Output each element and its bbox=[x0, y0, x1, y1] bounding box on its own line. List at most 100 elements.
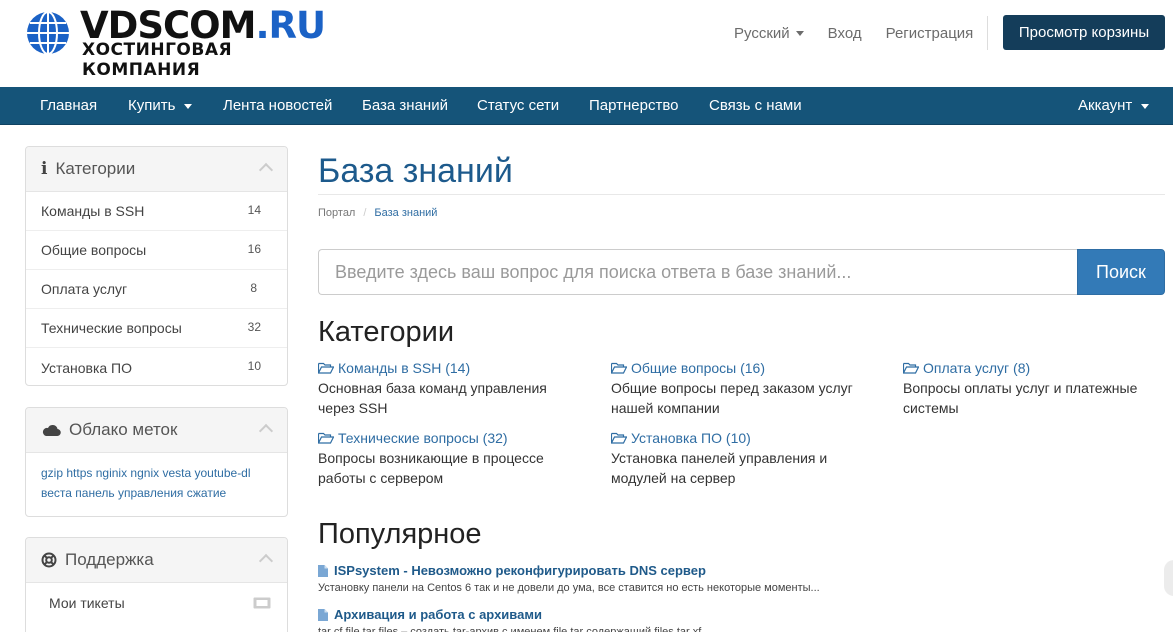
folder-open-icon bbox=[318, 432, 334, 444]
nav-home[interactable]: Главная bbox=[40, 87, 97, 125]
category-label: Установка ПО bbox=[41, 359, 133, 376]
site-header: VDSCOM.RU ХОСТИНГОВАЯ КОМПАНИЯ Русский В… bbox=[0, 0, 1173, 87]
scroll-handle[interactable] bbox=[1164, 560, 1173, 596]
nav-network-status[interactable]: Статус сети bbox=[477, 87, 559, 125]
kb-search-input[interactable] bbox=[318, 249, 1078, 295]
category-count: 16 bbox=[247, 242, 261, 256]
life-ring-icon bbox=[41, 552, 57, 568]
breadcrumb-current[interactable]: База знаний bbox=[374, 207, 437, 219]
tag-link[interactable]: ngnix bbox=[130, 466, 159, 480]
site-logo[interactable]: VDSCOM.RU ХОСТИНГОВАЯ КОМПАНИЯ bbox=[25, 6, 335, 80]
folder-open-icon bbox=[611, 362, 627, 374]
category-card: Оплата услуг (8) Вопросы оплаты услуг и … bbox=[903, 358, 1163, 418]
folder-open-icon bbox=[611, 432, 627, 444]
category-link[interactable]: Технические вопросы (32) bbox=[318, 428, 578, 448]
categories-panel-header[interactable]: i Категории bbox=[26, 147, 287, 192]
tag-link[interactable]: https bbox=[66, 466, 92, 480]
category-link[interactable]: Установка ПО (10) bbox=[611, 428, 871, 448]
category-link[interactable]: Команды в SSH (14) bbox=[318, 358, 578, 378]
login-link[interactable]: Вход bbox=[828, 25, 862, 42]
sidebar-category-software[interactable]: Установка ПО 10 bbox=[26, 348, 287, 385]
language-selector[interactable]: Русский bbox=[734, 25, 804, 42]
tag-link[interactable]: vesta bbox=[162, 466, 191, 480]
view-cart-button[interactable]: Просмотр корзины bbox=[1003, 15, 1165, 50]
popular-article: ISPsystem - Невозможно реконфигурировать… bbox=[318, 562, 1158, 596]
sidebar-category-ssh[interactable]: Команды в SSH 14 bbox=[26, 192, 287, 231]
kb-search: Поиск bbox=[318, 249, 1165, 295]
category-count: 32 bbox=[247, 320, 261, 334]
nav-news[interactable]: Лента новостей bbox=[223, 87, 332, 125]
popular-article-link[interactable]: Архивация и работа с архивами bbox=[318, 606, 1158, 624]
nav-account[interactable]: Аккаунт bbox=[1078, 87, 1150, 125]
category-link[interactable]: Оплата услуг (8) bbox=[903, 358, 1163, 378]
document-icon bbox=[318, 565, 328, 577]
sidebar-category-technical[interactable]: Технические вопросы 32 bbox=[26, 309, 287, 348]
folder-open-icon bbox=[903, 362, 919, 374]
panel-title: Облако меток bbox=[69, 420, 178, 439]
popular-article-link[interactable]: ISPsystem - Невозможно реконфигурировать… bbox=[318, 562, 1158, 580]
category-card: Общие вопросы (16) Общие вопросы перед з… bbox=[611, 358, 871, 418]
popular-article-excerpt: tar cf file.tar files – создать tar-архи… bbox=[318, 626, 711, 632]
nav-partnership[interactable]: Партнерство bbox=[589, 87, 679, 125]
caret-down-icon bbox=[1141, 103, 1150, 109]
ticket-icon bbox=[253, 596, 271, 612]
chevron-up-icon[interactable] bbox=[258, 162, 274, 178]
panel-title: Категории bbox=[55, 159, 136, 178]
category-count: 14 bbox=[247, 203, 261, 217]
register-link[interactable]: Регистрация bbox=[886, 25, 974, 42]
tag-link[interactable]: веста bbox=[41, 486, 72, 500]
nav-knowledgebase[interactable]: База знаний bbox=[362, 87, 448, 125]
caret-down-icon bbox=[184, 103, 193, 109]
header-links: Русский Вход Регистрация bbox=[734, 23, 997, 43]
nav-contact[interactable]: Связь с нами bbox=[709, 87, 802, 125]
sidebar-category-payment[interactable]: Оплата услуг 8 bbox=[26, 270, 287, 309]
category-description: Вопросы оплаты услуг и платежные системы bbox=[903, 380, 1138, 416]
chevron-up-icon[interactable] bbox=[258, 423, 274, 439]
category-link[interactable]: Общие вопросы (16) bbox=[611, 358, 871, 378]
caret-down-icon bbox=[795, 30, 804, 36]
popular-article-excerpt: Установку панели на Centos 6 так и не до… bbox=[318, 582, 820, 594]
nav-buy[interactable]: Купить bbox=[128, 87, 193, 125]
info-icon: i bbox=[41, 159, 48, 179]
header-divider bbox=[987, 16, 988, 50]
category-card: Технические вопросы (32) Вопросы возника… bbox=[318, 428, 578, 488]
cloud-icon bbox=[41, 423, 61, 437]
sidebar-tags-panel: Облако меток gzip https nginix ngnix ves… bbox=[25, 407, 288, 517]
category-label: Команды в SSH bbox=[41, 203, 145, 219]
breadcrumb-portal[interactable]: Портал bbox=[318, 207, 355, 219]
tags-panel-header[interactable]: Облако меток bbox=[26, 408, 287, 453]
kb-search-button[interactable]: Поиск bbox=[1077, 249, 1165, 295]
tag-cloud: gzip https nginix ngnix vesta youtube-dl… bbox=[26, 453, 287, 511]
category-count: 8 bbox=[250, 281, 257, 295]
folder-open-icon bbox=[318, 362, 334, 374]
main-navbar: Главная Купить Лента новостей База знани… bbox=[0, 87, 1173, 125]
document-icon bbox=[318, 609, 328, 621]
logo-tagline: ХОСТИНГОВАЯ КОМПАНИЯ bbox=[82, 40, 233, 80]
category-description: Вопросы возникающие в процессе работы с … bbox=[318, 450, 544, 486]
categories-heading: Категории bbox=[318, 316, 455, 348]
category-label: Технические вопросы bbox=[41, 320, 182, 336]
globe-icon bbox=[27, 11, 69, 55]
support-panel-header[interactable]: Поддержка bbox=[26, 538, 287, 583]
tag-link[interactable]: сжатие bbox=[187, 486, 226, 500]
tag-link[interactable]: nginix bbox=[96, 466, 127, 480]
sidebar-support-panel: Поддержка Мои тикеты bbox=[25, 537, 288, 632]
support-my-tickets[interactable]: Мои тикеты bbox=[26, 583, 287, 622]
breadcrumb-separator: / bbox=[363, 207, 367, 219]
popular-heading: Популярное bbox=[318, 518, 482, 550]
category-card: Команды в SSH (14) Основная база команд … bbox=[318, 358, 578, 418]
title-divider bbox=[318, 194, 1165, 195]
category-label: Оплата услуг bbox=[41, 281, 128, 297]
category-description: Основная база команд управления через SS… bbox=[318, 380, 547, 416]
tag-link[interactable]: панель управления bbox=[75, 486, 183, 500]
tag-link[interactable]: youtube-dl bbox=[194, 466, 250, 480]
sidebar-categories-panel: i Категории Команды в SSH 14 Общие вопрос… bbox=[25, 146, 288, 386]
category-description: Общие вопросы перед заказом услуг нашей … bbox=[611, 380, 853, 416]
panel-title: Поддержка bbox=[65, 550, 154, 569]
category-card: Установка ПО (10) Установка панелей упра… bbox=[611, 428, 871, 488]
tag-link[interactable]: gzip bbox=[41, 466, 63, 480]
sidebar-category-general[interactable]: Общие вопросы 16 bbox=[26, 231, 287, 270]
chevron-up-icon[interactable] bbox=[258, 553, 274, 569]
category-label: Общие вопросы bbox=[41, 242, 147, 258]
category-count: 10 bbox=[247, 359, 261, 373]
